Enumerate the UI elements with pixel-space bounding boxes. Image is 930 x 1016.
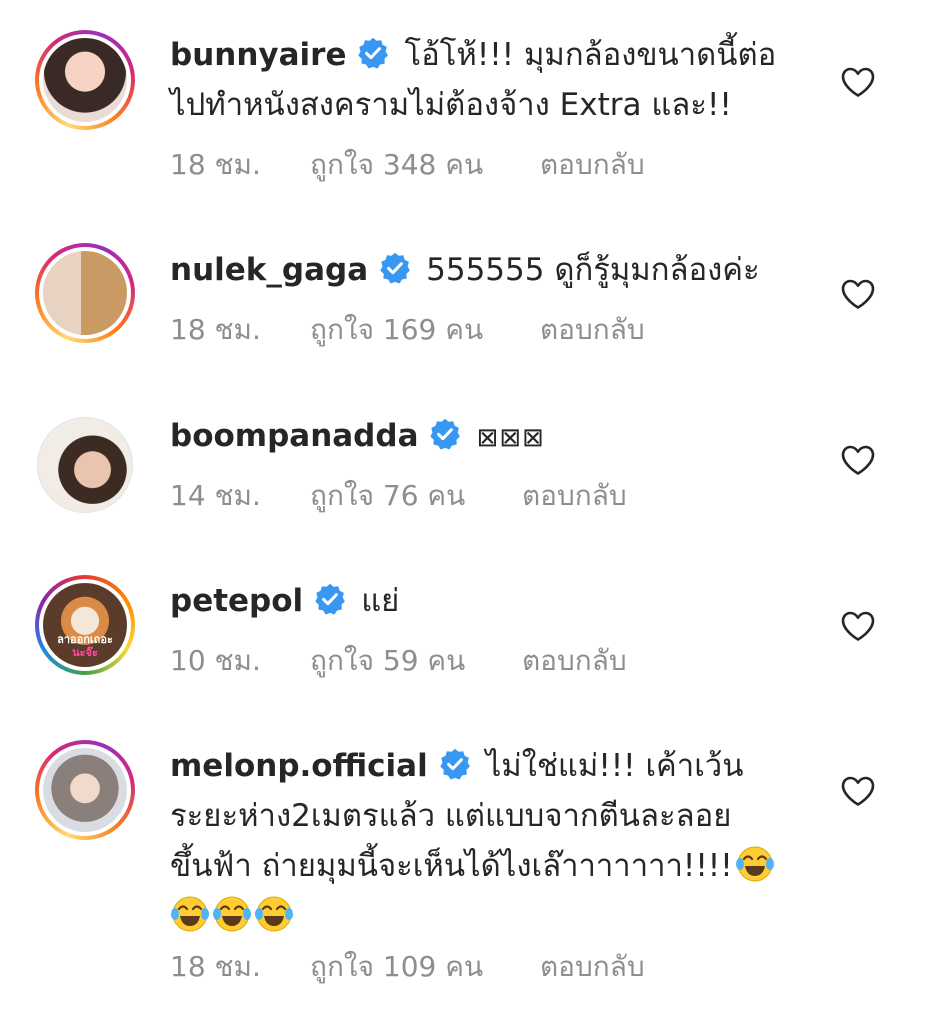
avatar-caption: ลาออกเถอะ นะจ๊ะ <box>57 633 113 659</box>
comment-line: ขึ้นฟ้า ถ่ายมุมนี้จะเห็นได้ไงเล๊าาาาาาา!… <box>170 848 733 884</box>
comment-text: petepol แย่ <box>170 576 810 626</box>
like-count[interactable]: ถูกใจ 76 คน <box>310 474 465 518</box>
face-with-tears-of-joy-icon <box>735 846 774 882</box>
comment-text: nulek_gaga 555555 ดูก็รู้มุมกล้องค่ะ <box>170 245 810 295</box>
comment-text: melonp.official ไม่ใช่แม่!!! เค้าเว้น ระย… <box>170 741 810 941</box>
comment-time: 14 ชม. <box>170 479 261 512</box>
comment-time: 18 ชม. <box>170 148 261 181</box>
avatar-ring[interactable] <box>35 415 135 515</box>
verified-badge-icon <box>380 252 410 284</box>
comment-line: ⊠⊠⊠ <box>476 423 545 453</box>
comments-list: bunnyaire โอ้โห้!!! มุมกล้องขนาดนี้ต่อ ไป… <box>0 0 930 1016</box>
avatar-petepol: ลาออกเถอะ นะจ๊ะ <box>43 583 127 667</box>
username[interactable]: nulek_gaga <box>170 252 368 288</box>
username[interactable]: bunnyaire <box>170 37 346 73</box>
avatar-ring[interactable] <box>35 30 135 130</box>
face-with-tears-of-joy-icon <box>171 896 209 932</box>
like-count[interactable]: ถูกใจ 169 คน <box>310 308 483 352</box>
comment-line: โอ้โห้!!! มุมกล้องขนาดนี้ต่อ <box>404 37 777 73</box>
verified-badge-icon <box>439 748 470 780</box>
comment-line: ระยะห่าง2เมตรแล้ว แต่แบบจากตีนละลอย <box>170 798 732 834</box>
comment-line: 555555 ดูก็รู้มุมกล้องค่ะ <box>426 252 760 288</box>
face-with-tears-of-joy-icon <box>255 896 293 932</box>
avatar-nulek_gaga <box>43 251 127 335</box>
avatar-ring[interactable] <box>35 243 135 343</box>
comment-time: 10 ชม. <box>170 644 261 677</box>
reply-button[interactable]: ตอบกลับ <box>540 308 645 352</box>
heart-outline-icon[interactable] <box>840 775 876 807</box>
username[interactable]: petepol <box>170 583 303 619</box>
avatar-boompanadda <box>37 417 133 513</box>
heart-outline-icon[interactable] <box>840 444 876 476</box>
like-count[interactable]: ถูกใจ 348 คน <box>310 143 483 187</box>
username[interactable]: boompanadda <box>170 418 418 454</box>
avatar-bunnyaire <box>43 38 127 122</box>
comment-line: แย่ <box>361 583 400 619</box>
comment-text: boompanadda ⊠⊠⊠ <box>170 411 810 463</box>
avatar-ring[interactable]: ลาออกเถอะ นะจ๊ะ <box>35 575 135 675</box>
heart-outline-icon[interactable] <box>840 66 876 98</box>
verified-badge-icon <box>430 418 461 450</box>
face-with-tears-of-joy-icon <box>213 896 251 932</box>
comment-text: bunnyaire โอ้โห้!!! มุมกล้องขนาดนี้ต่อ ไป… <box>170 30 810 130</box>
reply-button[interactable]: ตอบกลับ <box>522 474 627 518</box>
reply-button[interactable]: ตอบกลับ <box>540 143 645 187</box>
username[interactable]: melonp.official <box>170 748 428 784</box>
verified-badge-icon <box>315 583 346 615</box>
avatar-melonp.official <box>43 748 127 832</box>
comment-line: ไม่ใช่แม่!!! เค้าเว้น <box>485 748 744 784</box>
comment-time: 18 ชม. <box>170 950 261 983</box>
comment-line: ไปทำหนังสงครามไม่ต้องจ้าง Extra และ!! <box>170 87 732 123</box>
heart-outline-icon[interactable] <box>840 610 876 642</box>
heart-outline-icon[interactable] <box>840 278 876 310</box>
reply-button[interactable]: ตอบกลับ <box>540 945 645 989</box>
verified-badge-icon <box>358 37 389 69</box>
like-count[interactable]: ถูกใจ 59 คน <box>310 639 465 683</box>
like-count[interactable]: ถูกใจ 109 คน <box>310 945 483 989</box>
comment-time: 18 ชม. <box>170 313 261 346</box>
avatar-ring[interactable] <box>35 740 135 840</box>
reply-button[interactable]: ตอบกลับ <box>522 639 627 683</box>
